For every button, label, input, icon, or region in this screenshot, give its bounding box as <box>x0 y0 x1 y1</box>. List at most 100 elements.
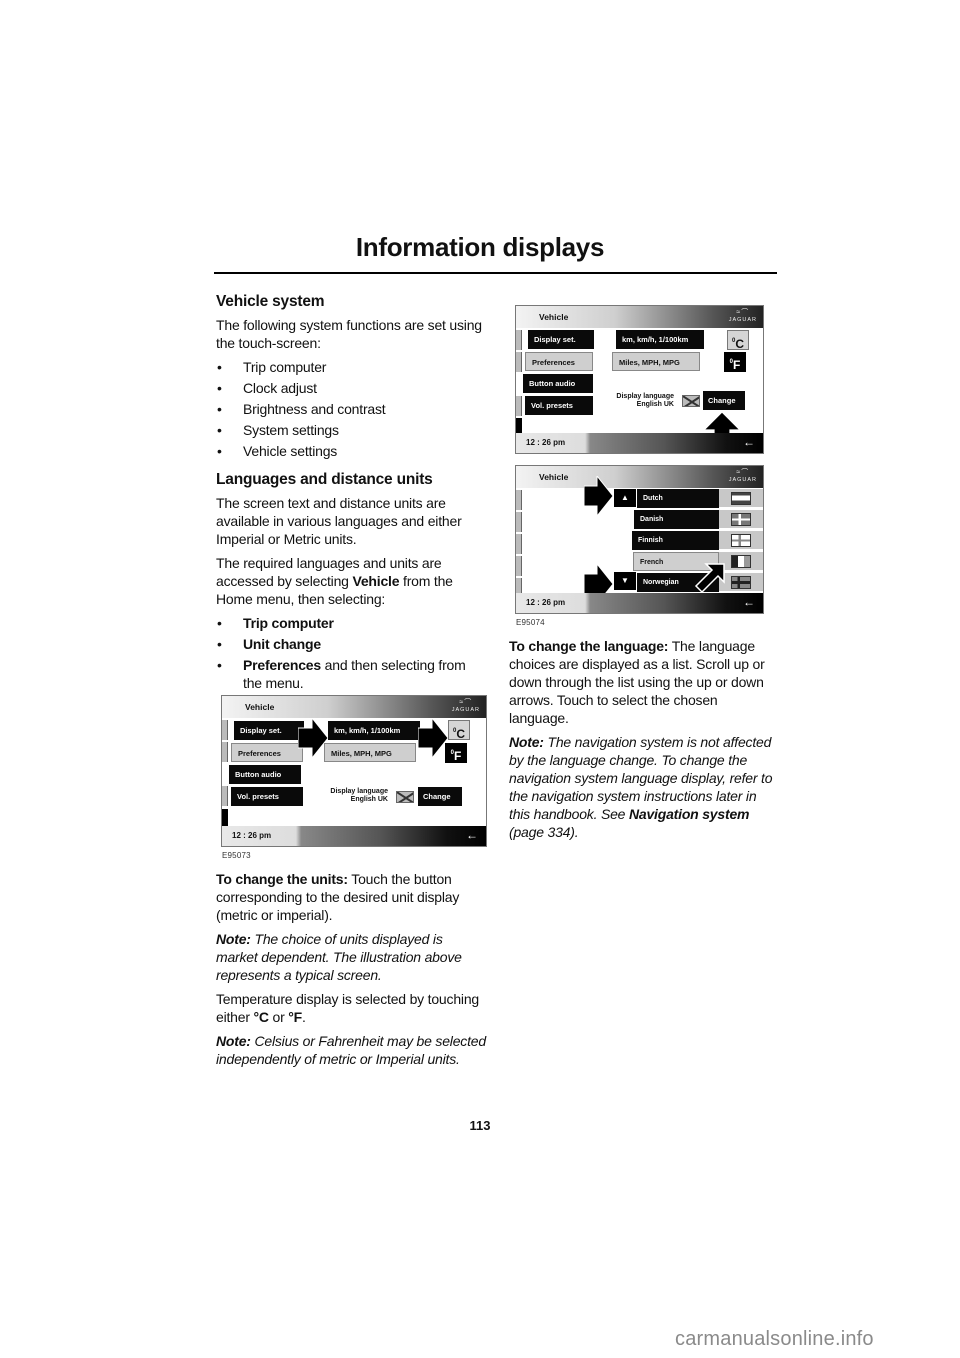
note-label: Note: <box>216 1033 251 1049</box>
figure-id: E95074 <box>516 618 545 627</box>
list-item: Preferences and then selecting from the … <box>216 656 486 692</box>
step-term: Trip computer <box>243 615 334 631</box>
display-language-label: Display language <box>616 393 674 400</box>
back-arrow-icon[interactable]: ← <box>743 595 755 609</box>
side-tab <box>222 720 228 740</box>
note-units-market: Note: The choice of units displayed is m… <box>216 930 486 984</box>
screen-title: Vehicle <box>539 312 569 322</box>
pointer-arrow-icon <box>584 476 614 516</box>
list-item: Vehicle settings <box>216 442 486 460</box>
screen-footer: 12 : 26 pm ← <box>516 593 763 613</box>
figure-id: E95073 <box>222 851 251 860</box>
button-audio-button[interactable]: Button audio <box>229 765 301 784</box>
scroll-up-button[interactable]: ▲ <box>614 489 636 507</box>
section-heading-vehicle-system: Vehicle system <box>216 293 325 310</box>
language-instructions: To change the language: The language cho… <box>509 637 779 727</box>
fahrenheit-button[interactable]: 0F <box>724 352 746 372</box>
side-tab <box>516 512 522 532</box>
jaguar-logo: ≈⌒ JAGUAR <box>728 469 757 483</box>
uk-flag-icon <box>682 395 700 407</box>
list-item: System settings <box>216 421 486 439</box>
change-language-button[interactable]: Change <box>418 787 462 806</box>
preferences-button[interactable]: Preferences <box>231 743 303 762</box>
screen-title: Vehicle <box>245 702 275 712</box>
clock: 12 : 26 pm <box>526 598 566 607</box>
text: (page 334). <box>509 824 579 840</box>
back-arrow-icon[interactable]: ← <box>743 435 755 449</box>
left-column-lower: To change the units: Touch the button co… <box>216 870 486 1074</box>
temperature-paragraph: Temperature display is selected by touch… <box>216 990 486 1026</box>
screen-header: Vehicle ≈⌒ JAGUAR <box>516 466 763 488</box>
change-language-screen-illustration: Vehicle ≈⌒ JAGUAR Display set. Preference… <box>515 305 764 454</box>
dutch-flag-icon <box>731 492 751 505</box>
step-term: Unit change <box>243 636 321 652</box>
screen-footer: 12 : 26 pm ← <box>516 433 763 453</box>
celsius-label: C <box>456 727 465 741</box>
metric-units-button[interactable]: km, km/h, 1/100km <box>328 721 420 740</box>
left-column: Vehicle system The following system func… <box>216 292 486 698</box>
display-set-button[interactable]: Display set. <box>234 721 304 740</box>
fahrenheit-label: F <box>733 358 741 372</box>
language-option-danish[interactable]: Danish <box>634 510 720 529</box>
danish-flag-icon <box>731 513 751 526</box>
text: or <box>268 1009 289 1025</box>
side-tab <box>222 786 228 806</box>
text: . <box>302 1009 306 1025</box>
side-tab <box>222 742 228 762</box>
right-column-lower: To change the language: The language cho… <box>509 637 779 847</box>
units-instructions: To change the units: Touch the button co… <box>216 870 486 924</box>
vol-presets-button[interactable]: Vol. presets <box>231 787 303 806</box>
change-language-button[interactable]: Change <box>703 391 745 410</box>
side-tab <box>516 556 522 576</box>
vehicle-term: Vehicle <box>352 573 400 589</box>
vehicle-system-intro: The following system functions are set u… <box>216 317 482 351</box>
languages-access-paragraph: The required languages and units are acc… <box>216 554 486 608</box>
languages-intro: The screen text and distance units are a… <box>216 495 462 547</box>
watermark: carmanualsonline.info <box>675 1328 874 1350</box>
vol-presets-button[interactable]: Vol. presets <box>525 396 593 415</box>
scroll-down-button[interactable]: ▼ <box>614 572 636 590</box>
preferences-button[interactable]: Preferences <box>525 352 593 371</box>
vehicle-system-list: Trip computer Clock adjust Brightness an… <box>216 358 486 460</box>
screen-footer: 12 : 26 pm ← <box>222 826 486 846</box>
units-lead: To change the units: <box>216 871 348 887</box>
flag-cell <box>719 489 763 508</box>
screen-title: Vehicle <box>539 472 569 482</box>
imperial-units-button[interactable]: Miles, MPH, MPG <box>324 743 416 762</box>
note-label: Note: <box>509 734 544 750</box>
note-label: Note: <box>216 931 251 947</box>
back-arrow-icon[interactable]: ← <box>466 828 478 842</box>
celsius-term: °C <box>253 1009 270 1025</box>
french-flag-icon <box>731 555 751 568</box>
celsius-label: C <box>735 337 744 351</box>
display-language-value: English UK <box>636 401 674 408</box>
list-item: Clock adjust <box>216 379 486 397</box>
display-language-info: Display language English UK <box>318 788 388 804</box>
button-audio-button[interactable]: Button audio <box>523 374 593 393</box>
list-item: Brightness and contrast <box>216 400 486 418</box>
section-heading-languages: Languages and distance units <box>216 471 433 488</box>
side-tab <box>516 534 522 554</box>
fahrenheit-term: °F <box>288 1009 303 1025</box>
imperial-units-button[interactable]: Miles, MPH, MPG <box>612 352 700 371</box>
norwegian-flag-icon <box>731 576 751 589</box>
list-item: Unit change <box>216 635 486 653</box>
celsius-button[interactable]: 0C <box>448 720 470 741</box>
list-item: Trip computer <box>216 358 486 376</box>
finnish-flag-icon <box>731 534 751 547</box>
display-language-info: Display language English UK <box>602 393 674 409</box>
page-number: 113 <box>469 1118 491 1133</box>
brand-text: JAGUAR <box>451 707 480 713</box>
languages-steps-list: Trip computer Unit change Preferences an… <box>216 614 486 692</box>
side-tab <box>516 330 522 350</box>
display-set-button[interactable]: Display set. <box>528 330 594 349</box>
language-option-finnish[interactable]: Finnish <box>632 531 720 550</box>
language-option-dutch[interactable]: Dutch <box>637 489 721 508</box>
note-navigation: Note: The navigation system is not affec… <box>509 733 779 841</box>
navigation-system-link[interactable]: Navigation system <box>629 806 750 822</box>
celsius-button[interactable]: 0C <box>727 330 749 351</box>
metric-units-button[interactable]: km, km/h, 1/100km <box>616 330 704 349</box>
language-list-screen-illustration: Vehicle ≈⌒ JAGUAR ▲ ▼ Dutch Danish Finnis… <box>515 465 764 614</box>
fahrenheit-button[interactable]: 0F <box>445 743 467 763</box>
text: The choice of units displayed is market … <box>216 931 462 983</box>
